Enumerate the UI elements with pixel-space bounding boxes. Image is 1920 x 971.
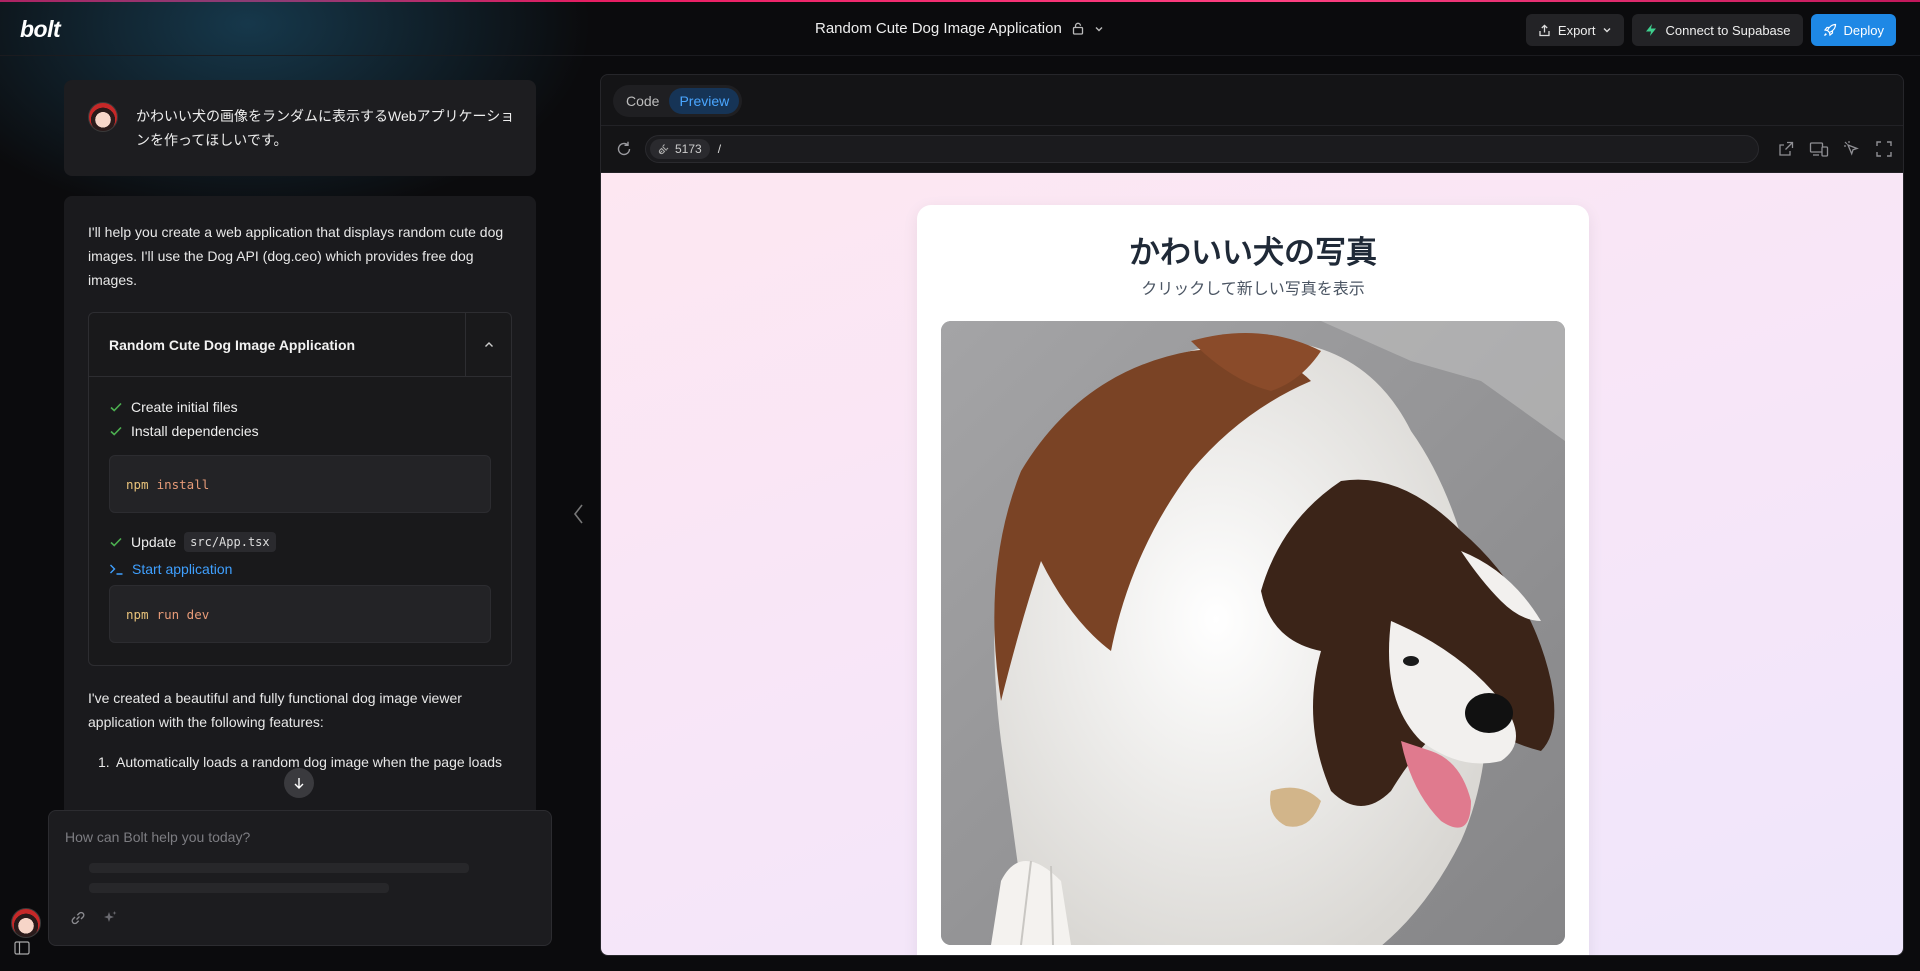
inspector-button[interactable] [1843,140,1861,163]
upload-icon [1539,23,1550,36]
fullscreen-button[interactable] [1875,140,1893,163]
dog-image[interactable] [941,321,1565,945]
assistant-message: I'll help you create a web application t… [64,196,536,810]
user-message-text: かわいい犬の画像をランダムに表示するWebアプリケーションを作ってほしいです。 [136,108,515,148]
preview-frame: かわいい犬の写真 クリックして新しい写真を表示 [601,173,1903,955]
artifact-card: Random Cute Dog Image Application Create… [88,312,512,666]
artifact-header[interactable]: Random Cute Dog Image Application [89,313,511,377]
port-selector[interactable]: 5173 [650,139,710,159]
command-block: npm run dev [109,585,491,643]
app-subtitle: クリックして新しい写真を表示 [1141,281,1365,298]
arrow-down-icon [294,778,304,789]
device-toggle-button[interactable] [1809,140,1829,163]
check-icon [110,402,122,412]
enhance-prompt-button[interactable] [99,907,121,929]
supabase-label: Connect to Supabase [1665,22,1791,38]
sidebar-toggle-button[interactable] [14,941,30,960]
deploy-button[interactable]: Deploy [1810,14,1896,46]
rocket-icon [1823,23,1836,37]
check-icon [110,537,122,547]
link-icon [71,911,85,925]
step-label: Update [131,534,177,550]
tab-code[interactable]: Code [616,88,669,114]
command-name: npm [126,476,149,492]
preview-toolbar: 5173 / [601,125,1903,173]
command-block: npm install [109,455,491,513]
user-message: かわいい犬の画像をランダムに表示するWebアプリケーションを作ってほしいです。 [64,80,536,176]
reload-button[interactable] [615,140,633,163]
external-link-icon [1779,141,1794,156]
command-args: install [156,476,210,492]
step-label: Install dependencies [131,423,259,439]
faded-text-line [89,863,469,873]
sparkles-icon [104,911,117,922]
command-args: run dev [156,606,210,622]
assistant-intro: I'll help you create a web application t… [88,224,504,288]
port-number: 5173 [675,142,702,156]
project-title: Random Cute Dog Image Application [815,20,1062,37]
step-create-files: Create initial files [109,399,238,415]
step-start-app: Start application [109,561,232,577]
fullscreen-icon [1876,141,1892,157]
project-title-menu[interactable]: Random Cute Dog Image Application [815,20,1104,37]
step-label: Create initial files [131,399,238,415]
scroll-to-bottom-button[interactable] [284,768,314,798]
open-new-tab-button[interactable] [1777,140,1795,163]
dog-photo [941,321,1565,945]
url-path: / [717,142,722,156]
check-icon [110,426,122,436]
prompt-input[interactable] [65,825,535,849]
plug-icon [658,144,669,155]
terminal-icon [110,564,123,575]
faded-text-line [89,883,389,893]
bolt-logo[interactable]: bolt [20,16,61,43]
step-install-deps: Install dependencies [109,423,259,439]
artifact-title: Random Cute Dog Image Application [109,337,356,353]
chevron-left-icon [573,504,583,524]
step-label: Start application [132,561,233,577]
export-button[interactable]: Export [1525,14,1625,46]
connect-supabase-button[interactable]: Connect to Supabase [1632,14,1803,46]
dog-app-card: かわいい犬の写真 クリックして新しい写真を表示 [917,205,1589,955]
step-update-file: Update src/App.tsx [109,532,276,552]
deploy-label: Deploy [1843,22,1884,38]
file-path[interactable]: src/App.tsx [184,532,276,552]
avatar [88,102,118,132]
reload-icon [617,141,631,156]
top-bar: bolt Random Cute Dog Image Application E… [0,2,1920,56]
url-bar[interactable]: 5173 / [645,135,1759,163]
export-label: Export [1557,22,1596,38]
sidebar-icon [14,941,30,955]
workbench-panel: Code Preview 5173 / かわいい犬の写真 クリックして新しい写真… [600,74,1904,956]
cursor-sparkle-icon [1844,141,1859,156]
command-name: npm [126,606,149,622]
user-avatar[interactable] [11,908,41,938]
lock-icon [1072,22,1083,35]
assistant-summary: I've created a beautiful and fully funct… [88,690,462,730]
chat-panel[interactable]: かわいい犬の画像をランダムに表示するWebアプリケーションを作ってほしいです。 … [64,80,536,810]
tab-preview[interactable]: Preview [669,88,740,114]
view-tabs: Code Preview [613,85,743,117]
attach-button[interactable] [67,907,89,929]
list-number: 1. [98,754,110,770]
supabase-icon [1646,24,1657,36]
app-title: かわいい犬の写真 [1129,235,1377,270]
chevron-down-icon [1603,28,1611,33]
chevron-up-icon [484,342,493,347]
prompt-box [48,810,552,946]
artifact-collapse-button[interactable] [465,313,511,377]
collapse-chat-button[interactable] [571,502,587,531]
chevron-down-icon [1095,26,1103,31]
devices-icon [1809,142,1829,157]
